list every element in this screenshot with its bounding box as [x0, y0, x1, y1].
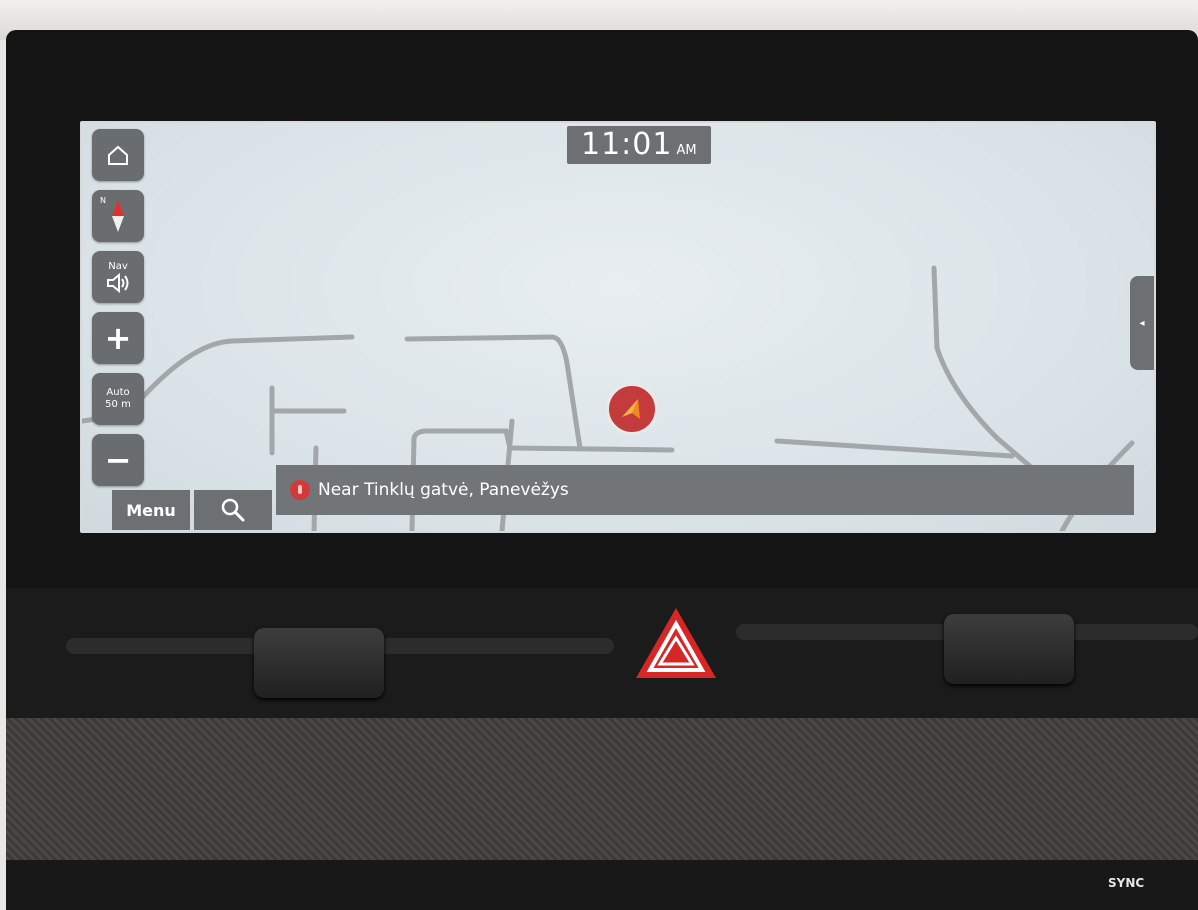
hazard-button[interactable] [632, 604, 720, 684]
climate-panel [6, 860, 1198, 910]
left-vent-adjuster[interactable] [254, 628, 384, 698]
screen-border [80, 121, 1156, 533]
right-vent-adjuster[interactable] [944, 614, 1074, 684]
air-vent-panel [6, 588, 1198, 718]
sync-button-label[interactable]: SYNC [1108, 876, 1144, 890]
hazard-triangle-icon [636, 608, 716, 678]
